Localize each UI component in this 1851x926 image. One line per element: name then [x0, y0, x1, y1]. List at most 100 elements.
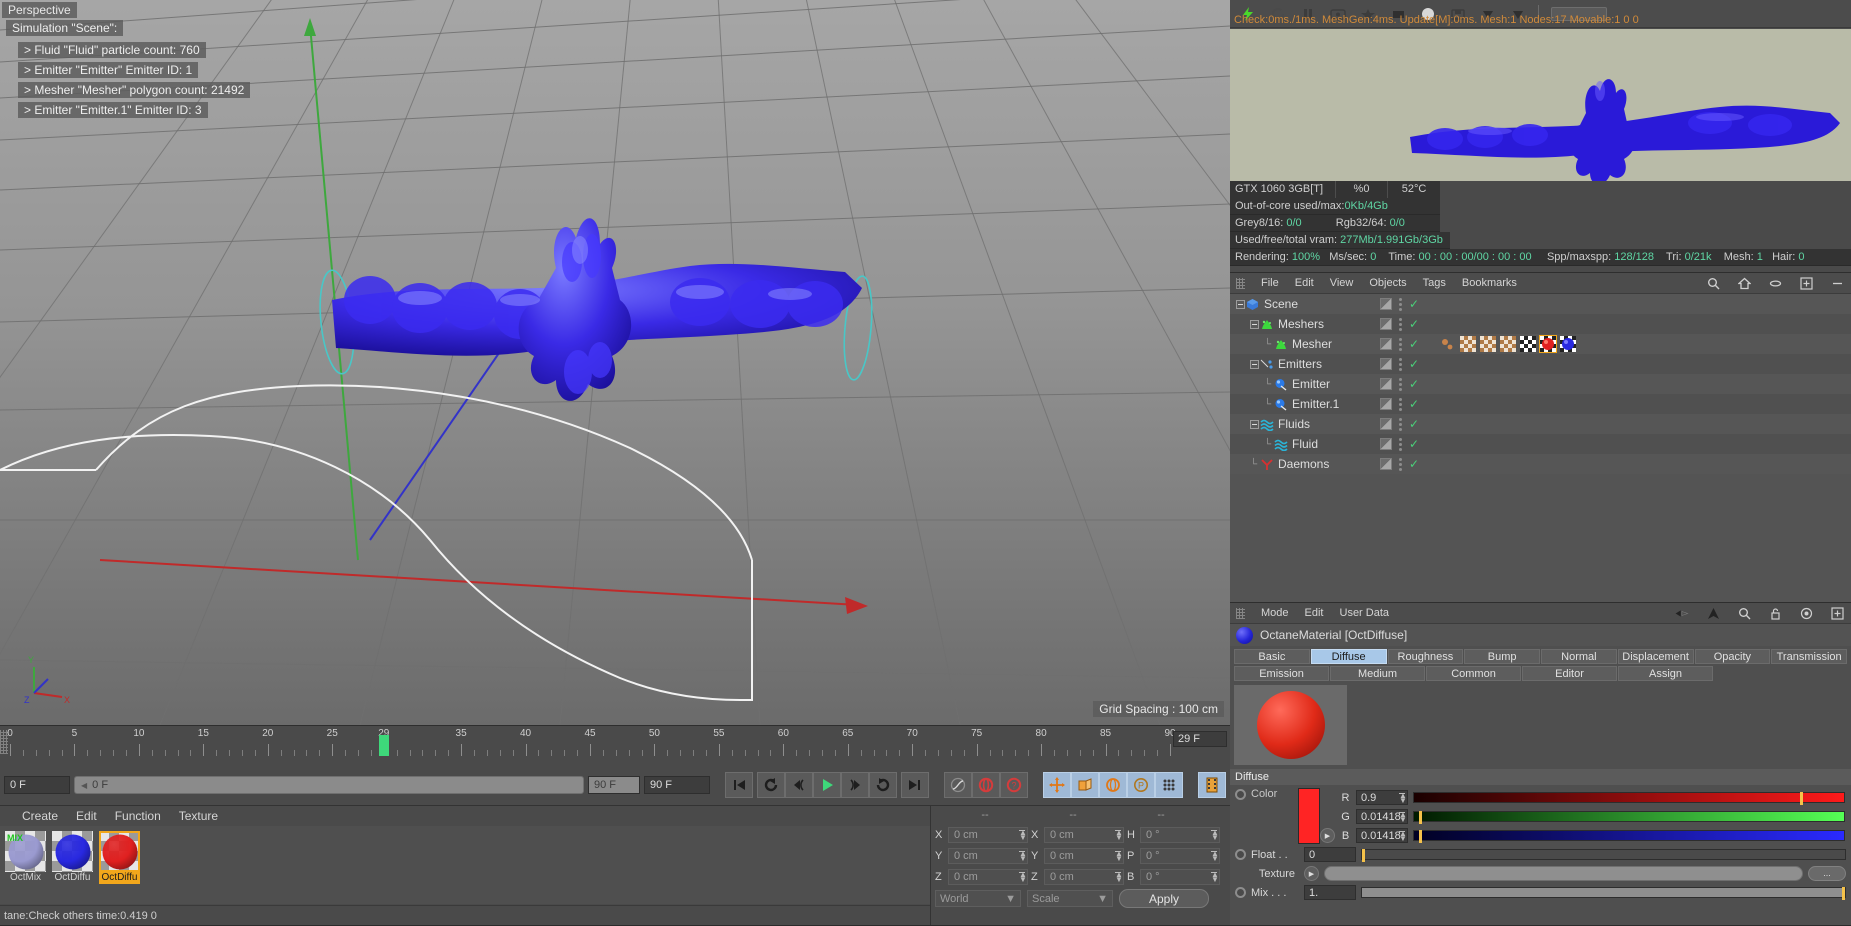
- panel-grip-icon-2[interactable]: [1236, 607, 1245, 619]
- coord-field-pos[interactable]: 0 cm ▲ ▼: [948, 826, 1028, 843]
- mix-value-field[interactable]: 1.: [1304, 885, 1356, 900]
- tab-medium[interactable]: Medium: [1330, 666, 1425, 681]
- current-frame-field[interactable]: 29 F: [1173, 731, 1227, 747]
- enable-check-icon[interactable]: ✓: [1409, 417, 1419, 431]
- enable-check-icon[interactable]: ✓: [1409, 457, 1419, 471]
- material-manager-menubar[interactable]: Create Edit Function Texture: [0, 806, 930, 826]
- position-key-button[interactable]: [1043, 772, 1071, 798]
- apply-button[interactable]: Apply: [1119, 889, 1209, 908]
- lock-icon[interactable]: [1768, 606, 1783, 621]
- tab-transmission[interactable]: Transmission: [1771, 649, 1847, 664]
- texture-field[interactable]: [1324, 866, 1803, 881]
- material-tabs-row2[interactable]: Emission Medium Common Editor Assign: [1230, 666, 1851, 681]
- tab-editor[interactable]: Editor: [1522, 666, 1617, 681]
- octane-render-viewport[interactable]: [1230, 29, 1851, 181]
- texture-tag-icon-2[interactable]: [1480, 336, 1496, 352]
- material-cell-octmix[interactable]: MIX OctMix: [5, 831, 46, 899]
- visibility-square-icon[interactable]: [1380, 298, 1392, 310]
- step-forward-button[interactable]: [841, 772, 869, 798]
- channel-slider-r[interactable]: [1413, 792, 1845, 805]
- tab-opacity[interactable]: Opacity: [1694, 649, 1771, 664]
- enable-check-icon[interactable]: ✓: [1409, 297, 1419, 311]
- target-icon[interactable]: [1799, 606, 1814, 621]
- objmenu-objects[interactable]: Objects: [1369, 277, 1406, 289]
- object-row-mesher[interactable]: └ Mesher ✓: [1230, 334, 1851, 354]
- coordinate-footer[interactable]: World ▼ Scale ▼ Apply: [931, 887, 1230, 908]
- objmenu-file[interactable]: File: [1261, 277, 1279, 289]
- enable-check-icon[interactable]: ✓: [1409, 317, 1419, 331]
- object-row-emitters[interactable]: Emitters ✓: [1230, 354, 1851, 374]
- rgb-channel-rows[interactable]: R 0.9 ▲ ▼ G 0.01418 ▲ ▼ ▶ B 0.01418 ▲ ▼: [1320, 785, 1851, 845]
- objmenu-view[interactable]: View: [1330, 277, 1354, 289]
- channel-row-g[interactable]: G 0.01418 ▲ ▼: [1320, 807, 1851, 826]
- keyframe-selection-button[interactable]: [1198, 772, 1226, 798]
- preview-end-field[interactable]: 90 F: [588, 776, 640, 794]
- scale-dropdown[interactable]: Scale ▼: [1027, 890, 1113, 907]
- attribute-manager-menubar[interactable]: Mode Edit User Data: [1230, 603, 1851, 624]
- material-thumbnail[interactable]: [52, 831, 93, 872]
- search-icon-2[interactable]: [1737, 606, 1752, 621]
- float-value-field[interactable]: 0: [1304, 847, 1356, 862]
- viewport-perspective[interactable]: Perspective Simulation "Scene": > Fluid …: [0, 0, 1230, 725]
- coord-field-rot[interactable]: 0 ° ▲ ▼: [1140, 826, 1220, 843]
- ellipse-icon[interactable]: [1768, 276, 1783, 291]
- particle-tag-icon[interactable]: [1440, 336, 1456, 352]
- point-level-button[interactable]: [1155, 772, 1183, 798]
- add-panel-icon[interactable]: [1799, 276, 1814, 291]
- coord-field-pos[interactable]: 0 cm ▲ ▼: [948, 868, 1028, 885]
- color-radio[interactable]: [1235, 788, 1246, 800]
- coord-field-size[interactable]: 0 cm ▲ ▼: [1044, 847, 1124, 864]
- mmmenu-texture[interactable]: Texture: [179, 809, 218, 823]
- minimize-icon[interactable]: [1830, 276, 1845, 291]
- visibility-dots-icon[interactable]: [1397, 437, 1404, 451]
- object-tags[interactable]: [1440, 335, 1576, 353]
- tab-diffuse[interactable]: Diffuse: [1310, 649, 1387, 664]
- enable-check-icon[interactable]: ✓: [1409, 377, 1419, 391]
- expand-toggle-icon[interactable]: [1250, 359, 1259, 369]
- enable-check-icon[interactable]: ✓: [1409, 337, 1419, 351]
- goto-start-button[interactable]: [725, 772, 753, 798]
- tab-common[interactable]: Common: [1426, 666, 1521, 681]
- mix-radio[interactable]: [1235, 887, 1246, 898]
- channel-slider-b[interactable]: [1413, 830, 1845, 843]
- material-tag-blue[interactable]: [1560, 336, 1576, 352]
- coordinate-row[interactable]: Y0 cm ▲ ▼ Y 0 cm ▲ ▼ P 0 ° ▲ ▼: [931, 845, 1230, 866]
- tab-emission[interactable]: Emission: [1234, 666, 1329, 681]
- texture-tag-icon-4[interactable]: [1520, 336, 1536, 352]
- visibility-dots-icon[interactable]: [1397, 297, 1404, 311]
- objmenu-edit[interactable]: Edit: [1295, 277, 1314, 289]
- mix-row[interactable]: Mix . . . 1.: [1230, 883, 1851, 902]
- channel-row-b[interactable]: ▶ B 0.01418 ▲ ▼: [1320, 826, 1851, 845]
- scale-key-button[interactable]: [1071, 772, 1099, 798]
- tab-bump[interactable]: Bump: [1464, 649, 1540, 664]
- enable-check-icon[interactable]: ✓: [1409, 397, 1419, 411]
- coord-field-size[interactable]: 0 cm ▲ ▼: [1044, 826, 1124, 843]
- tab-normal[interactable]: Normal: [1541, 649, 1617, 664]
- world-dropdown[interactable]: World ▼: [935, 890, 1021, 907]
- matmenu-mode[interactable]: Mode: [1261, 607, 1289, 619]
- float-row[interactable]: Float . . 0: [1230, 845, 1851, 864]
- enable-check-icon[interactable]: ✓: [1409, 437, 1419, 451]
- search-icon[interactable]: [1706, 276, 1721, 291]
- playback-toolbar[interactable]: 0 F ◀ 0 F 90 F 90 F ? P: [0, 765, 1230, 805]
- enable-check-icon[interactable]: ✓: [1409, 357, 1419, 371]
- visibility-square-icon[interactable]: [1380, 438, 1392, 450]
- home-icon[interactable]: [1737, 276, 1752, 291]
- expand-toggle-icon[interactable]: [1250, 419, 1259, 429]
- material-preview[interactable]: [1234, 685, 1347, 765]
- visibility-square-icon[interactable]: [1380, 378, 1392, 390]
- doc-end-field[interactable]: 90 F: [644, 776, 710, 794]
- visibility-dots-icon[interactable]: [1397, 377, 1404, 391]
- object-row-fluid[interactable]: └ Fluid ✓: [1230, 434, 1851, 454]
- coord-field-size[interactable]: 0 cm ▲ ▼: [1044, 868, 1124, 885]
- add-panel-icon-2[interactable]: [1830, 606, 1845, 621]
- expand-toggle-icon[interactable]: [1250, 319, 1259, 329]
- mix-slider[interactable]: [1361, 887, 1846, 900]
- record-button[interactable]: [972, 772, 1000, 798]
- mmmenu-create[interactable]: Create: [22, 809, 58, 823]
- objmenu-bookmarks[interactable]: Bookmarks: [1462, 277, 1517, 289]
- visibility-square-icon[interactable]: [1380, 418, 1392, 430]
- coord-field-pos[interactable]: 0 cm ▲ ▼: [948, 847, 1028, 864]
- visibility-square-icon[interactable]: [1380, 338, 1392, 350]
- texture-browse-button[interactable]: ...: [1808, 866, 1846, 881]
